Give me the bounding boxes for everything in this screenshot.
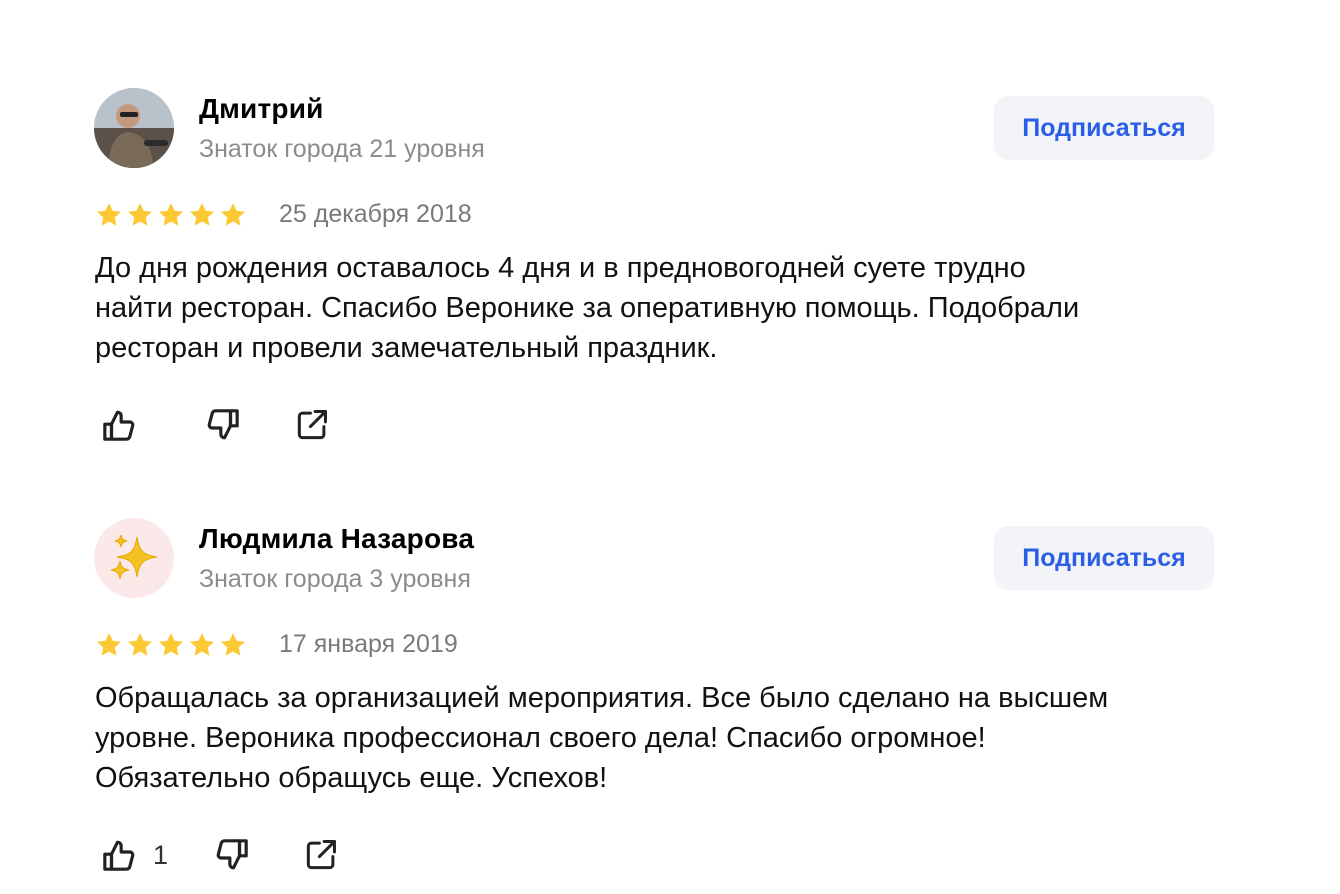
star-icon — [158, 633, 184, 656]
review-actions — [95, 405, 331, 445]
avatar-photo-icon — [94, 88, 174, 168]
review-date: 25 декабря 2018 — [279, 200, 472, 228]
review-actions: 1 — [95, 835, 340, 875]
review-text-line: ресторан и провели замечательный праздни… — [95, 332, 718, 364]
rating-stars — [95, 201, 247, 229]
like-button[interactable]: 1 — [99, 835, 168, 875]
thumbs-up-icon — [103, 410, 135, 441]
star-icon — [189, 203, 215, 226]
subscribe-button[interactable]: Подписаться — [994, 526, 1214, 590]
avatar[interactable] — [94, 518, 174, 598]
review-date: 17 января 2019 — [279, 630, 458, 658]
share-button[interactable] — [293, 406, 331, 444]
star-icon — [96, 633, 122, 656]
star-icon — [220, 203, 246, 226]
review-text-line: найти ресторан. Спасибо Веронике за опер… — [95, 292, 1080, 324]
review-text-line: уровне. Вероника профессионал своего дел… — [95, 722, 986, 754]
star-icon — [189, 633, 215, 656]
review-text: До дня рождения оставалось 4 дня и в пре… — [95, 248, 1245, 368]
author-name[interactable]: Дмитрий — [199, 93, 324, 125]
thumbs-down-icon — [207, 409, 239, 440]
share-icon — [306, 840, 336, 870]
rating-stars — [95, 631, 247, 659]
review-text: Обращалась за организацией мероприятия. … — [95, 678, 1245, 798]
author-name[interactable]: Людмила Назарова — [199, 523, 474, 555]
like-count: 1 — [153, 839, 169, 870]
star-icon — [127, 203, 153, 226]
review-text-line: До дня рождения оставалось 4 дня и в пре… — [95, 252, 1026, 284]
author-level: Знаток города 21 уровня — [199, 135, 485, 163]
dislike-button[interactable] — [212, 835, 252, 875]
like-button[interactable] — [99, 405, 153, 445]
review-text-line: Обязательно обращусь еще. Успехов! — [95, 762, 608, 794]
share-icon — [297, 410, 327, 440]
share-button[interactable] — [302, 836, 340, 874]
review-text-line: Обращалась за организацией мероприятия. … — [95, 682, 1109, 714]
thumbs-up-icon — [103, 840, 135, 871]
avatar[interactable] — [94, 88, 174, 168]
author-level: Знаток города 3 уровня — [199, 565, 471, 593]
sparkles-icon — [110, 534, 158, 580]
star-icon — [127, 633, 153, 656]
subscribe-button[interactable]: Подписаться — [994, 96, 1214, 160]
dislike-button[interactable] — [203, 405, 243, 445]
star-icon — [220, 633, 246, 656]
star-icon — [158, 203, 184, 226]
star-icon — [96, 203, 122, 226]
thumbs-down-icon — [216, 839, 248, 870]
